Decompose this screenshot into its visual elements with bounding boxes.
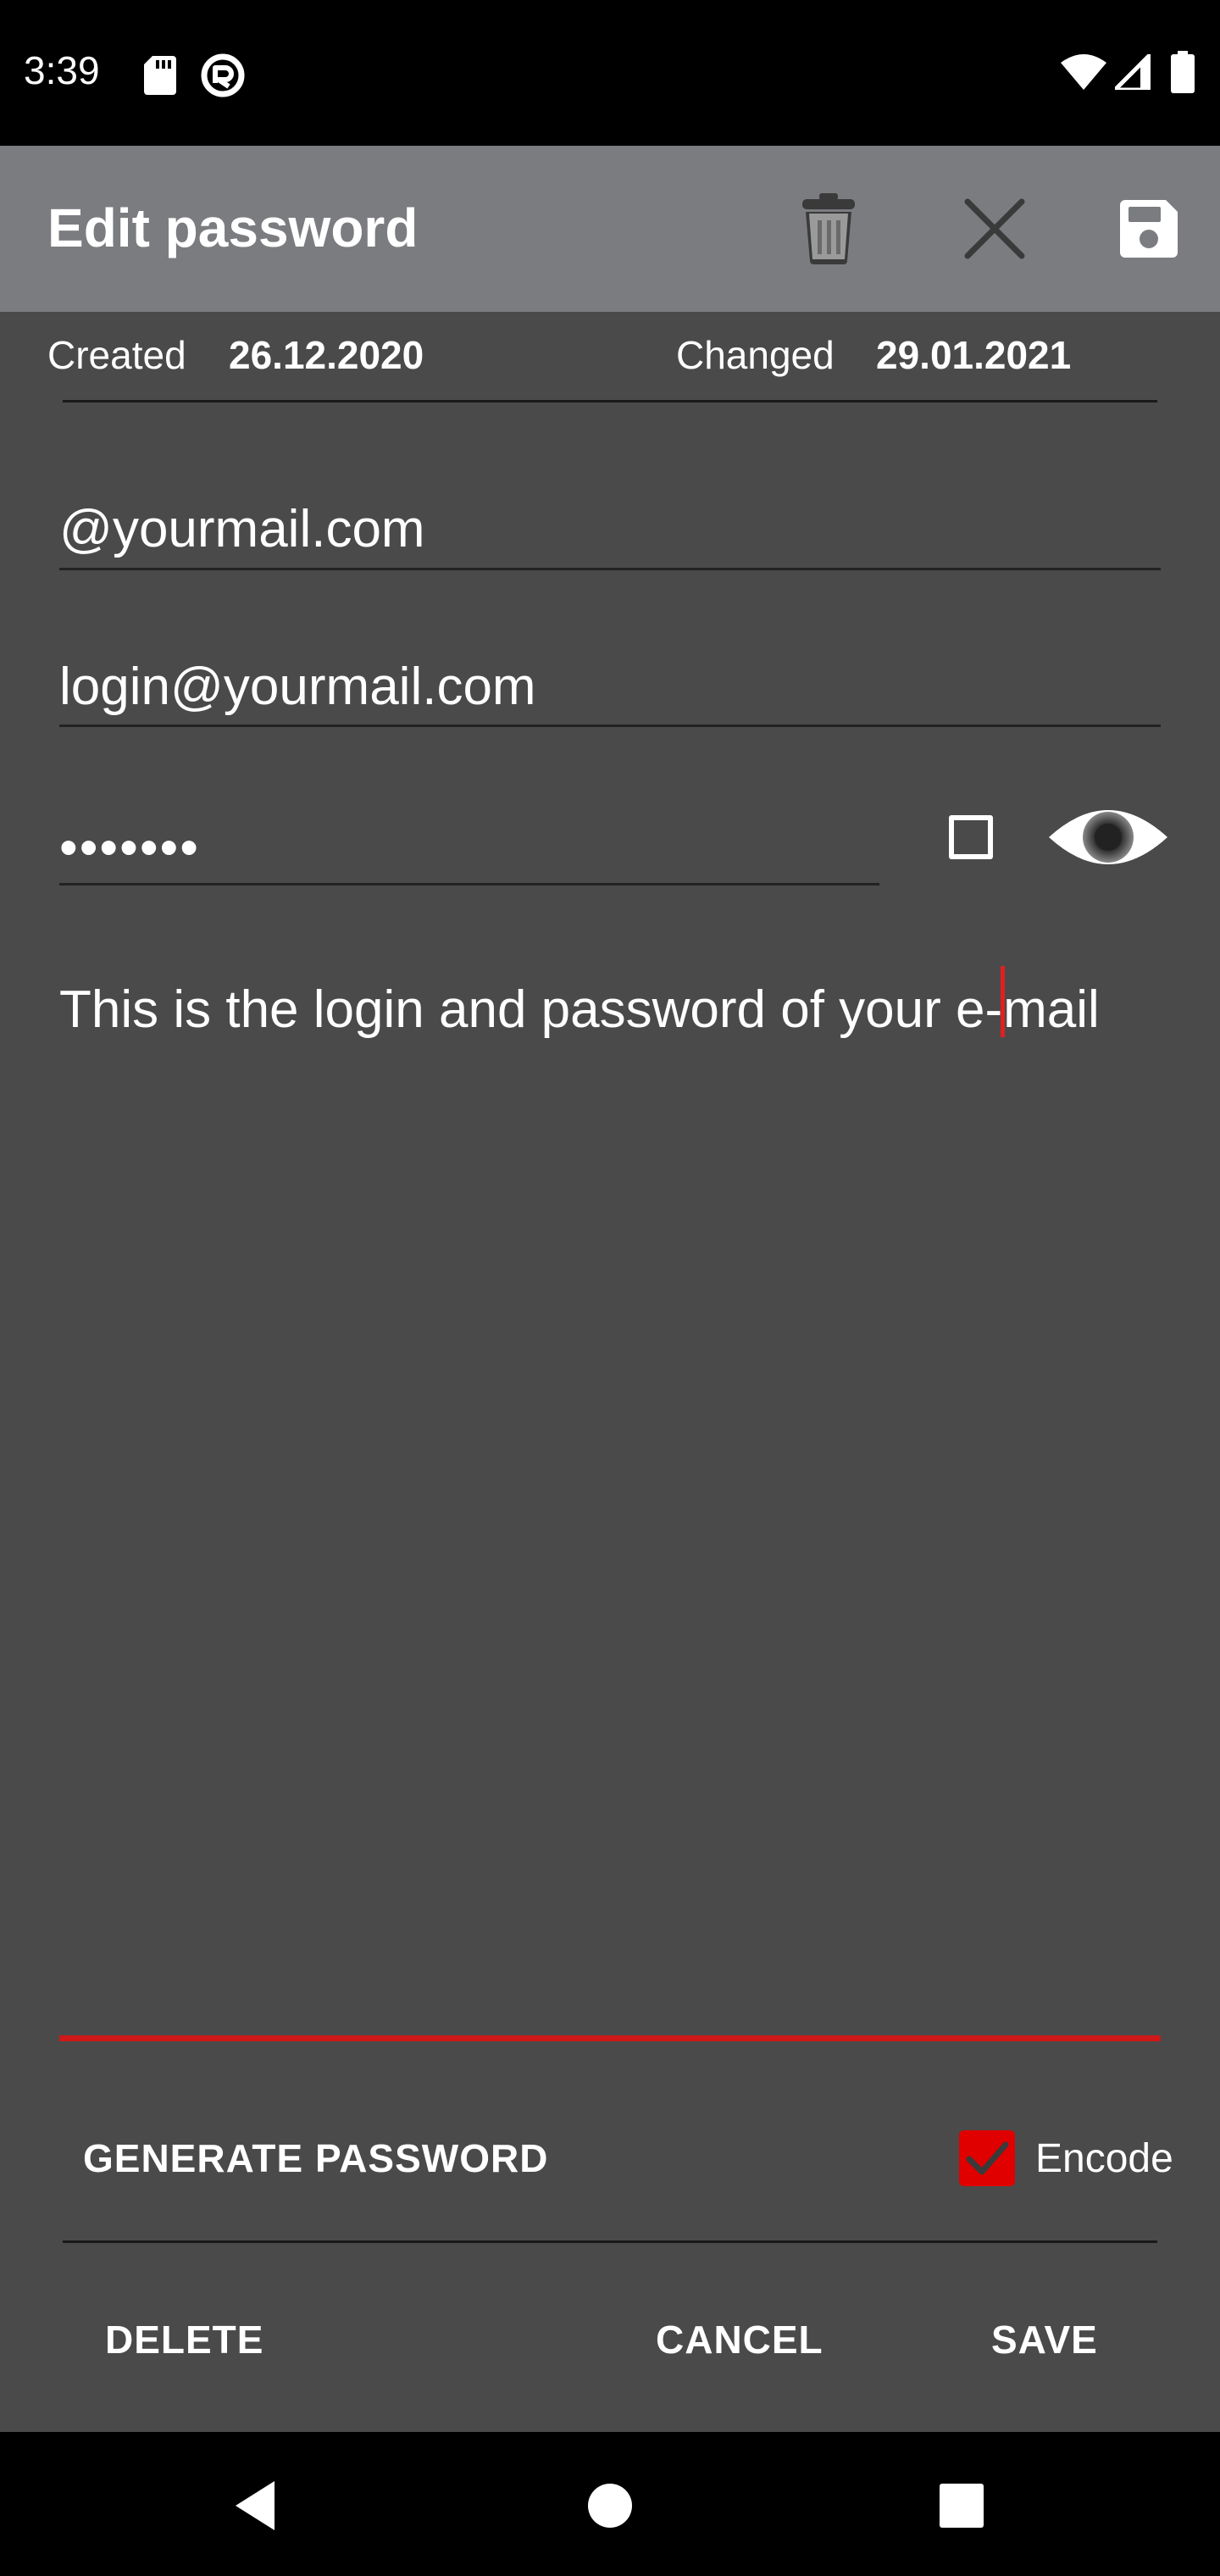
close-icon [964,198,1025,259]
login-field-underline [59,724,1161,727]
check-icon [966,2141,1009,2175]
password-field-underline [59,883,879,886]
wifi-icon [1061,54,1106,90]
notes-textarea[interactable]: This is the login and password of your e… [59,966,1100,1040]
close-button[interactable] [952,186,1037,271]
save-icon [1120,200,1178,258]
cancel-button[interactable]: CANCEL [656,2317,824,2362]
navigation-bar [0,2432,1220,2576]
encode-checkbox[interactable] [959,2130,1015,2186]
page-title: Edit password [47,197,419,258]
site-field-underline [59,568,1161,570]
meta-divider [63,400,1157,402]
status-bar: 3:39 [0,0,1220,146]
delete-button[interactable]: DELETE [105,2317,263,2362]
battery-icon [1171,51,1195,93]
encode-label: Encode [1035,2136,1173,2181]
recents-icon[interactable] [932,2476,991,2535]
created-label: Created [47,333,186,377]
sd-card-icon [144,56,176,95]
save-action-button[interactable] [1106,186,1191,271]
trash-icon [802,193,855,264]
app-bar: Edit password [0,146,1220,312]
notes-text-before-cursor: This is the login and password of your e… [59,980,1003,1039]
login-field[interactable] [59,647,1161,725]
vpn-icon [201,53,245,97]
generate-password-button[interactable]: GENERATE PASSWORD [83,2135,548,2181]
signal-icon [1115,54,1151,90]
status-time: 3:39 [24,48,100,92]
back-icon[interactable] [229,2476,288,2535]
home-icon[interactable] [580,2476,640,2535]
show-password-checkbox[interactable] [949,815,993,859]
delete-action-button[interactable] [786,186,871,271]
notes-text-after-cursor: mail [1003,980,1100,1039]
site-field[interactable] [59,490,1161,568]
notes-underline-focused [59,2035,1161,2041]
actions-divider [63,2240,1157,2243]
password-field[interactable]: ••••••• [59,818,200,878]
created-date: 26.12.2020 [229,333,424,377]
changed-date: 29.01.2021 [876,333,1072,377]
save-button[interactable]: SAVE [991,2317,1098,2362]
changed-label: Changed [676,333,835,377]
eye-icon[interactable] [1047,797,1169,878]
edit-password-screen: 3:39 Edit password Created 26.12.2020 Ch… [0,0,1220,2576]
